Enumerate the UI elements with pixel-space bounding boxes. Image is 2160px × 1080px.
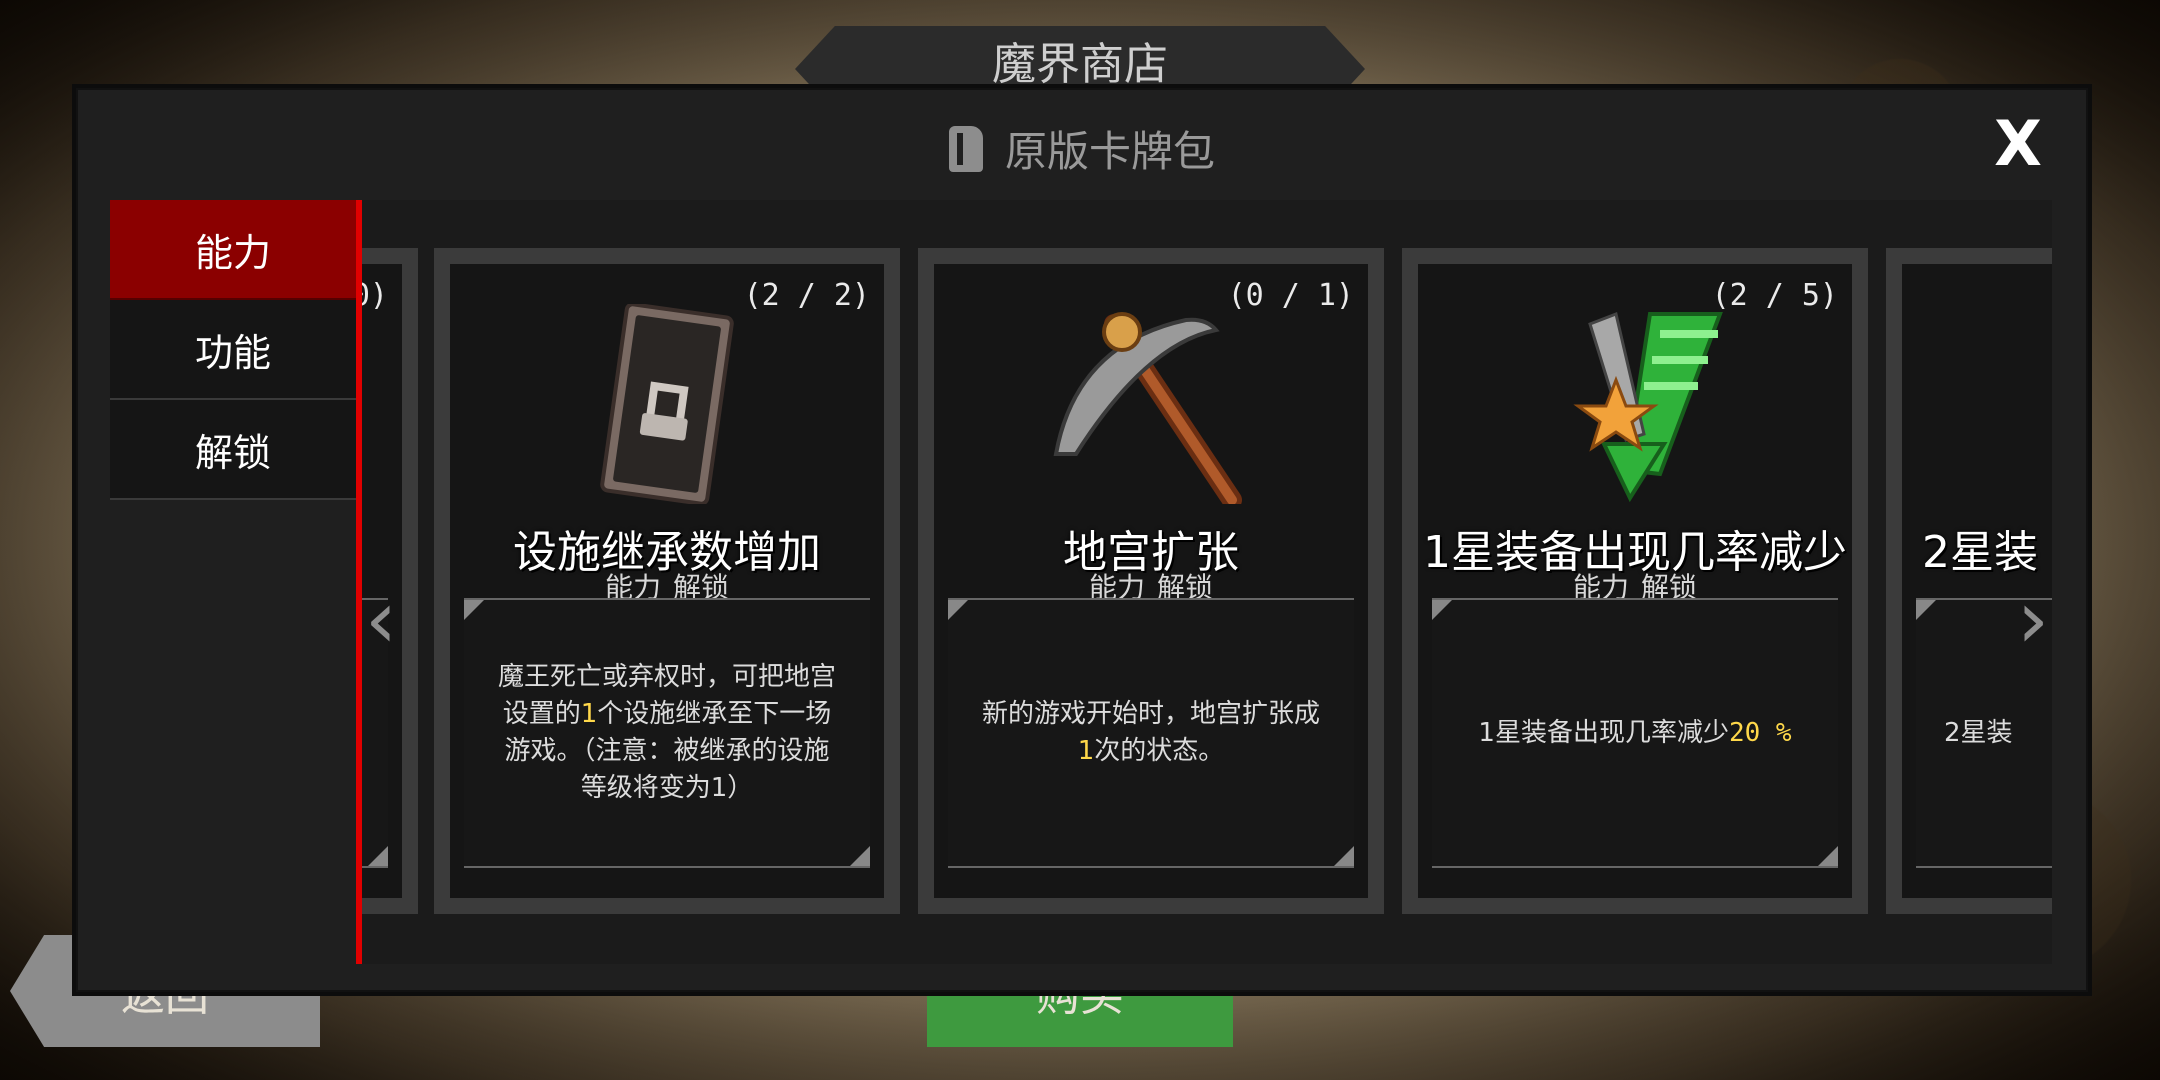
card-description: 新的游戏开始时，地宫扩张成1次的状态。: [981, 699, 1320, 766]
card-description-box: 1星装备出现几率减少20 %: [1432, 598, 1838, 868]
card-description: 1星装备出现几率减少20 %: [1478, 717, 1792, 748]
card-facility-inheritance[interactable]: (2 / 2) 设施继承数增加 能力 解锁 魔王死亡或弃权时，可把地宫设置的1个设…: [434, 248, 900, 914]
tab-function[interactable]: 功能: [110, 300, 356, 400]
card-pack-icon: [948, 125, 983, 172]
pack-title: 原版卡牌包: [1004, 127, 1215, 176]
close-button[interactable]: X: [1988, 113, 2048, 175]
pack-title-row: 原版卡牌包: [78, 118, 2086, 179]
card-count: 0): [362, 278, 388, 313]
star-equipment-decrease-icon: [1573, 311, 1723, 503]
tab-ability[interactable]: 能力: [110, 200, 356, 300]
card-1star-equipment-decrease[interactable]: (2 / 5) 1星装备出现几率减少 能力 解锁 1星装备出现几率减少20 %: [1402, 248, 1868, 914]
card-carousel: 0) (2 / 2) 设施继承数增加 能力解锁 魔王死亡或弃权时，可把地宫设置的…: [362, 200, 2052, 964]
category-sidebar: 能力 功能 解锁: [110, 200, 356, 960]
pickaxe-icon: [1053, 312, 1242, 504]
card-description: 2星装: [1944, 717, 2013, 748]
card-description-box: 魔王死亡或弃权时，可把地宫设置的1个设施继承至下一场游戏。（注意：被继承的设施等…: [464, 598, 870, 868]
card-description-box: 新的游戏开始时，地宫扩张成1次的状态。: [948, 598, 1354, 868]
carousel-prev-arrow[interactable]: ‹: [362, 580, 400, 660]
facility-card-icon: [600, 304, 734, 504]
card-dungeon-expansion[interactable]: (0 / 1) 地宫扩张 能力 解锁 新的游戏开始时，地宫扩张成1次的状态。: [918, 248, 1384, 914]
card-description: 魔王死亡或弃权时，可把地宫设置的1个设施继承至下一场游戏。（注意：被继承的设施等…: [497, 662, 836, 803]
tab-unlock[interactable]: 解锁: [110, 400, 356, 500]
card-title: 2星装: [1922, 527, 2038, 578]
shop-title: 魔界商店: [992, 39, 1168, 90]
card-pack-modal: 原版卡牌包 X 能力 功能 解锁 0) (2 / 2) 设施继承数增加: [76, 88, 2088, 992]
carousel-next-arrow[interactable]: ›: [2014, 580, 2052, 660]
